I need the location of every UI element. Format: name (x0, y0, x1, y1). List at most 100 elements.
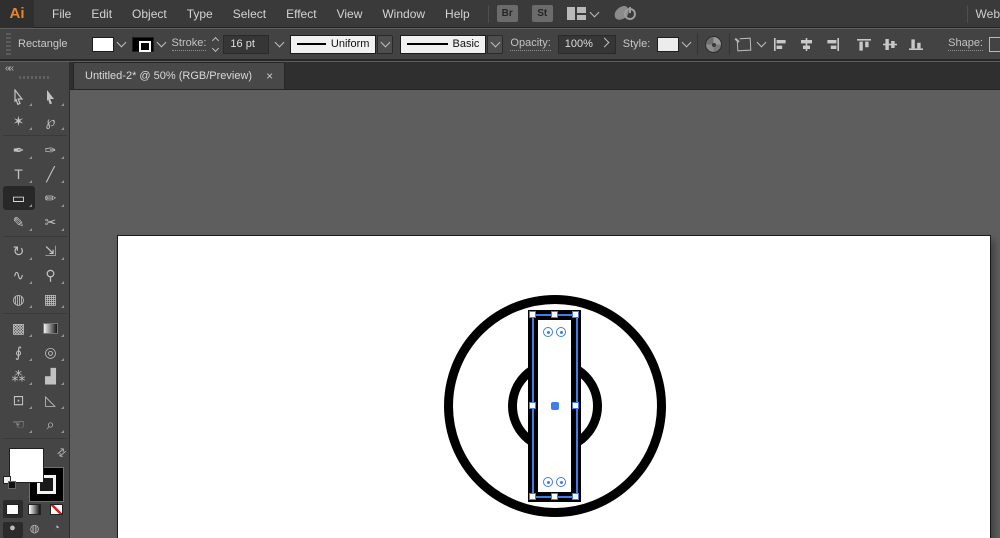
opacity-field[interactable]: 100% (557, 34, 616, 54)
scissors-tool[interactable]: ✂ (35, 210, 67, 234)
chevron-down-icon[interactable] (274, 37, 285, 48)
eyedropper-tool[interactable]: ∮ (3, 340, 35, 364)
workspace-layout-icon[interactable] (566, 7, 586, 20)
type-tool[interactable]: T (3, 162, 35, 186)
gradient-button[interactable] (25, 500, 45, 518)
close-icon[interactable]: × (266, 70, 273, 82)
stroke-weight-field[interactable]: 16 pt (223, 34, 270, 54)
line-segment-tool[interactable]: ╱ (35, 162, 67, 186)
perspective-grid-tool[interactable]: ▦ (35, 287, 67, 311)
selection-handle-top-center[interactable] (551, 311, 558, 318)
align-top-button[interactable] (856, 37, 873, 52)
collapse-panel-button[interactable]: «« (0, 62, 17, 74)
selection-handle-bottom-left[interactable] (529, 493, 536, 500)
stroke-weight-stepper[interactable] (212, 36, 220, 52)
draw-behind-button[interactable]: ◍ (25, 522, 45, 538)
none-button[interactable] (47, 500, 67, 518)
curvature-tool[interactable]: ✑ (35, 138, 67, 162)
align-vertical-center-button[interactable] (882, 37, 899, 52)
shape-panel-link[interactable]: Shape: (948, 37, 983, 51)
zoom-tool[interactable]: ⌕ (35, 412, 67, 436)
stroke-color-control[interactable] (131, 36, 166, 52)
chevron-down-icon[interactable] (681, 37, 692, 48)
bridge-button[interactable]: Br (496, 5, 518, 22)
fill-swatch[interactable] (91, 36, 114, 52)
brush-definition-chevron[interactable] (487, 34, 504, 54)
shape-builder-tool[interactable]: ◍ (3, 287, 35, 311)
brush-definition-dropdown[interactable]: Basic (400, 34, 487, 54)
chevron-right-icon[interactable] (599, 37, 610, 48)
menu-effect[interactable]: Effect (276, 0, 326, 28)
blend-tool[interactable]: ◎ (35, 340, 67, 364)
menu-view[interactable]: View (327, 0, 373, 28)
step-down-icon[interactable] (212, 44, 220, 52)
corner-widget-bottom-left[interactable] (543, 477, 553, 487)
align-horizontal-center-button[interactable] (798, 37, 815, 52)
hand-tool[interactable]: ☜ (3, 412, 35, 436)
swap-fill-stroke-icon[interactable]: ⇄ (54, 445, 69, 460)
selection-handle-bottom-center[interactable] (551, 493, 558, 500)
chevron-down-icon[interactable] (156, 37, 166, 48)
slice-tool[interactable]: ◺ (35, 388, 67, 412)
draw-normal-button[interactable]: ● (2, 522, 23, 538)
artboard[interactable] (118, 236, 990, 538)
direct-selection-tool[interactable] (35, 85, 67, 109)
step-up-icon[interactable] (212, 36, 220, 44)
touch-workspace-icon[interactable] (612, 4, 636, 23)
align-right-button[interactable] (824, 37, 841, 52)
scale-tool[interactable]: ⇲ (35, 239, 67, 263)
menu-help[interactable]: Help (435, 0, 480, 28)
opacity-panel-link[interactable]: Opacity: (510, 37, 551, 51)
magic-wand-tool[interactable]: ✶ (3, 109, 35, 133)
stroke-panel-link[interactable]: Stroke: (171, 37, 207, 51)
graphic-style-control[interactable] (657, 36, 692, 52)
chevron-down-icon[interactable] (589, 7, 600, 17)
stroke-swatch[interactable] (131, 36, 154, 52)
corner-widget-bottom-right[interactable] (556, 477, 566, 487)
width-profile-dropdown[interactable]: Uniform (290, 34, 377, 54)
style-swatch[interactable] (657, 36, 680, 52)
align-bottom-button[interactable] (908, 37, 925, 52)
width-profile-chevron[interactable] (377, 34, 394, 54)
menu-object[interactable]: Object (122, 0, 177, 28)
column-graph-tool[interactable]: ▟ (35, 364, 67, 388)
width-tool[interactable]: ∿ (3, 263, 35, 287)
workspace-switcher[interactable]: Web (976, 7, 1000, 21)
symbol-sprayer-tool[interactable]: ⁂ (3, 364, 35, 388)
selection-tool[interactable] (3, 85, 35, 109)
selection-handle-middle-right[interactable] (572, 402, 579, 409)
canvas[interactable] (70, 90, 1000, 538)
recolor-artwork-icon[interactable] (705, 35, 723, 53)
chevron-down-icon[interactable] (116, 37, 126, 48)
selection-handle-middle-left[interactable] (529, 402, 536, 409)
pen-tool[interactable]: ✒ (3, 138, 35, 162)
artboard-tool[interactable]: ⊡ (3, 388, 35, 412)
menu-window[interactable]: Window (372, 0, 435, 28)
menu-select[interactable]: Select (223, 0, 276, 28)
selection-center-point[interactable] (551, 402, 559, 410)
selection-handle-top-left[interactable] (529, 311, 536, 318)
chevron-down-icon[interactable] (756, 37, 767, 48)
rectangle-tool[interactable]: ▭ (2, 186, 35, 211)
color-button[interactable] (2, 500, 23, 518)
panel-grip[interactable] (6, 33, 11, 55)
fill-color-control[interactable] (91, 36, 126, 52)
gradient-tool[interactable] (35, 316, 67, 340)
puppet-warp-tool[interactable]: ⚲ (35, 263, 67, 287)
align-left-button[interactable] (772, 37, 789, 52)
selection-handle-bottom-right[interactable] (572, 493, 579, 500)
paintbrush-tool[interactable]: ✏ (35, 186, 67, 210)
corner-widget-top-left[interactable] (543, 327, 553, 337)
selection-handle-top-right[interactable] (572, 311, 579, 318)
draw-inside-button[interactable]: ◔ (47, 522, 67, 538)
menu-file[interactable]: File (42, 0, 81, 28)
shape-properties-icon[interactable] (989, 36, 1000, 52)
default-fill-stroke-icon[interactable] (2, 476, 16, 489)
menu-edit[interactable]: Edit (81, 0, 122, 28)
shaper-tool[interactable]: ✎ (3, 210, 35, 234)
lasso-tool[interactable]: ℘ (35, 109, 67, 133)
document-tab[interactable]: Untitled-2* @ 50% (RGB/Preview) × (73, 62, 286, 89)
stock-button[interactable]: St (531, 5, 553, 22)
corner-widget-top-right[interactable] (556, 327, 566, 337)
rotate-tool[interactable]: ↻ (3, 239, 35, 263)
